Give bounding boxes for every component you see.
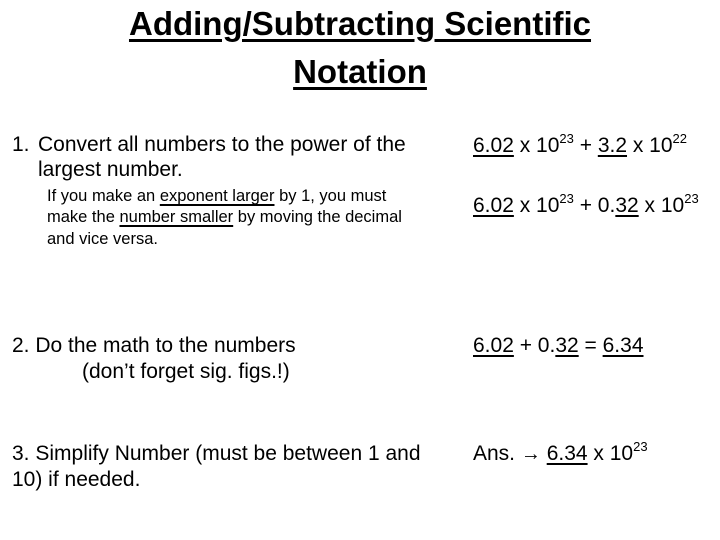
answer-coefficient: 6.34 bbox=[546, 442, 588, 465]
coefficient-a: 6.02 bbox=[473, 194, 514, 217]
step-1-note-line-3: and vice versa. bbox=[47, 230, 158, 248]
coefficient-a: 6.02 bbox=[473, 134, 514, 157]
times-ten: x 10 bbox=[513, 194, 560, 217]
times-ten: x 10 bbox=[627, 134, 673, 157]
times-ten: x 10 bbox=[513, 134, 560, 157]
note-emphasis-exponent-larger: exponent larger bbox=[159, 187, 275, 205]
plus-sign: + bbox=[573, 134, 598, 157]
times-ten: x 10 bbox=[638, 194, 685, 217]
sum-result: 6.34 bbox=[602, 334, 644, 357]
step-1-text-line-2: largest number. bbox=[38, 158, 183, 181]
step-1-number: 1. bbox=[12, 133, 30, 156]
times-ten: x 10 bbox=[587, 442, 634, 465]
plus-sign: + 0. bbox=[573, 194, 616, 217]
step-3-text-line-1: 3. Simplify Number (must be between 1 an… bbox=[12, 442, 421, 465]
step-2-text-line-2: (don’t forget sig. figs.!) bbox=[82, 360, 290, 383]
note-text: by 1, you must bbox=[274, 187, 387, 205]
addend-b-digits: 32 bbox=[555, 334, 579, 357]
arrow-right-icon: → bbox=[520, 443, 541, 465]
example-converted-expression: 6.02 x 1023 + 0.32 x 1023 bbox=[473, 191, 699, 218]
addend-a: 6.02 bbox=[473, 334, 514, 357]
exponent-b: 23 bbox=[684, 191, 699, 206]
step-1-note-line-1: If you make an exponent larger by 1, you… bbox=[47, 186, 386, 208]
title-line-2: Notation bbox=[293, 53, 427, 90]
step-3-text-line-2: 10) if needed. bbox=[12, 468, 141, 491]
coefficient-b: 3.2 bbox=[597, 134, 628, 157]
example-math-expression: 6.02 + 0.32 = 6.34 bbox=[473, 333, 644, 358]
coefficient-b-digits: 32 bbox=[615, 194, 639, 217]
step-1-note-line-2: make the number smaller by moving the de… bbox=[47, 207, 402, 229]
example-answer: Ans. → 6.34 x 1023 bbox=[473, 439, 648, 467]
step-1-text-line-1: Convert all numbers to the power of the bbox=[38, 133, 406, 156]
equals-sign: = bbox=[578, 334, 603, 357]
note-emphasis-number-smaller: number smaller bbox=[119, 208, 234, 226]
answer-label: Ans. bbox=[473, 442, 521, 465]
exponent-b: 22 bbox=[672, 131, 688, 146]
note-text: by moving the decimal bbox=[233, 208, 402, 226]
note-text: make the bbox=[47, 208, 120, 226]
example-original-expression: 6.02 x 1023 + 3.2 x 1022 bbox=[473, 131, 688, 158]
page-title: Adding/Subtracting Scientific Notation bbox=[0, 0, 720, 96]
answer-exponent: 23 bbox=[633, 439, 648, 454]
exponent-a: 23 bbox=[559, 191, 574, 206]
title-line-1: Adding/Subtracting Scientific bbox=[128, 5, 592, 42]
step-2-text-line-1: 2. Do the math to the numbers bbox=[12, 334, 296, 357]
note-text: If you make an bbox=[47, 187, 160, 205]
exponent-a: 23 bbox=[559, 131, 574, 146]
plus-sign: + 0. bbox=[513, 334, 556, 357]
